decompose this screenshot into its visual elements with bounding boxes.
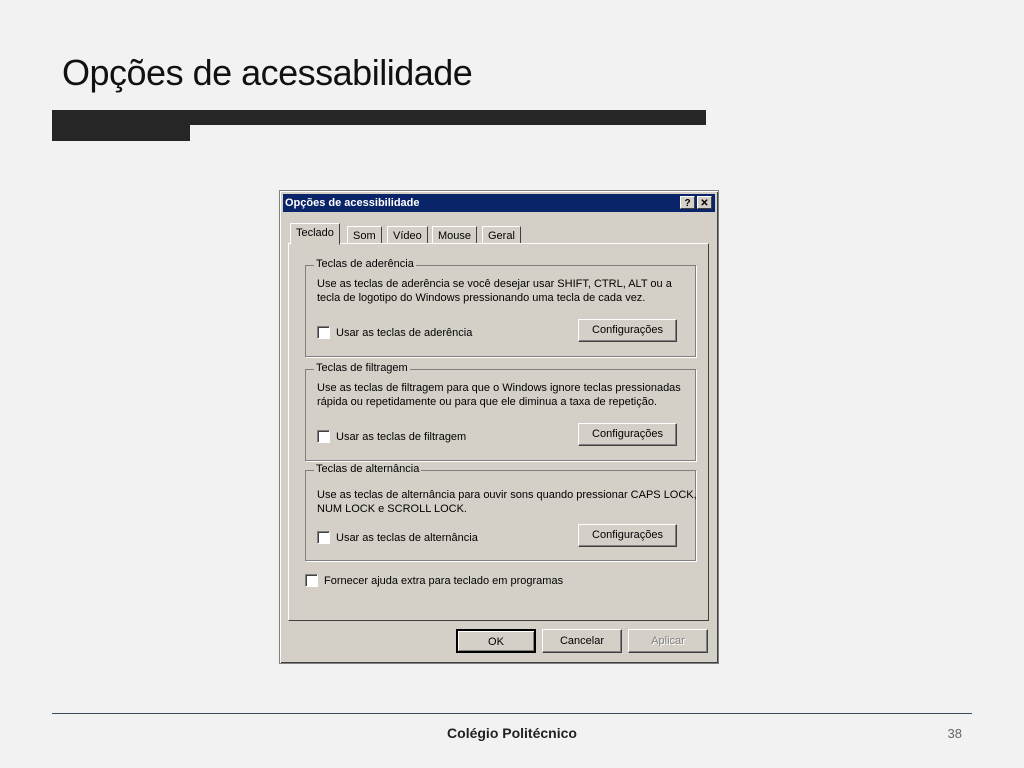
close-icon: ✕ bbox=[700, 198, 709, 209]
slide-title: Opções de acessabilidade bbox=[62, 52, 473, 93]
dialog-titlebar[interactable]: Opções de acessibilidade ? ✕ bbox=[283, 194, 715, 212]
sticky-keys-checkbox-row[interactable]: Usar as teclas de aderência bbox=[317, 326, 472, 339]
cancel-button[interactable]: Cancelar bbox=[542, 629, 622, 653]
filter-keys-checkbox-row[interactable]: Usar as teclas de filtragem bbox=[317, 430, 466, 443]
tab-mouse[interactable]: Mouse bbox=[432, 226, 478, 244]
toggle-keys-settings-button[interactable]: Configurações bbox=[578, 524, 677, 547]
footer-institution: Colégio Politécnico bbox=[447, 725, 577, 741]
group-title: Teclas de filtragem bbox=[314, 362, 410, 374]
tab-teclado[interactable]: Teclado bbox=[290, 223, 340, 245]
toggle-keys-checkbox-row[interactable]: Usar as teclas de alternância bbox=[317, 531, 478, 544]
page-number: 38 bbox=[947, 726, 962, 741]
apply-button[interactable]: Aplicar bbox=[628, 629, 708, 653]
tab-geral[interactable]: Geral bbox=[482, 226, 521, 244]
sticky-keys-settings-button[interactable]: Configurações bbox=[578, 319, 677, 342]
help-button[interactable]: ? bbox=[680, 196, 695, 209]
checkbox-label: Usar as teclas de aderência bbox=[336, 326, 473, 339]
filter-keys-settings-button[interactable]: Configurações bbox=[578, 423, 677, 446]
sticky-keys-checkbox[interactable] bbox=[317, 326, 330, 339]
dialog-title: Opções de acessibilidade bbox=[285, 197, 420, 209]
title-accent-block bbox=[52, 110, 190, 141]
footer-divider bbox=[52, 713, 972, 714]
group-toggle-keys: Teclas de alternância Use as teclas de a… bbox=[305, 463, 697, 561]
ok-button[interactable]: OK bbox=[456, 629, 536, 653]
filter-keys-checkbox[interactable] bbox=[317, 430, 330, 443]
close-button[interactable]: ✕ bbox=[697, 196, 712, 209]
tab-panel-teclado: Teclas de aderência Use as teclas de ade… bbox=[288, 243, 709, 621]
toggle-keys-checkbox[interactable] bbox=[317, 531, 330, 544]
extra-keyboard-help-checkbox[interactable] bbox=[305, 574, 318, 587]
extra-keyboard-help-row[interactable]: Fornecer ajuda extra para teclado em pro… bbox=[305, 574, 563, 587]
tab-som[interactable]: Som bbox=[347, 226, 382, 244]
group-description: Use as teclas de aderência se você desej… bbox=[317, 278, 672, 304]
group-description: Use as teclas de filtragem para que o Wi… bbox=[317, 382, 681, 408]
group-description: Use as teclas de alternância para ouvir … bbox=[317, 489, 697, 515]
group-sticky-keys: Teclas de aderência Use as teclas de ade… bbox=[305, 258, 696, 357]
group-title: Teclas de alternância bbox=[314, 463, 422, 475]
group-title: Teclas de aderência bbox=[314, 258, 416, 270]
checkbox-label: Fornecer ajuda extra para teclado em pro… bbox=[324, 574, 564, 587]
accessibility-options-dialog: Opções de acessibilidade ? ✕ Teclado Som… bbox=[279, 190, 719, 664]
checkbox-label: Usar as teclas de alternância bbox=[336, 531, 478, 544]
group-filter-keys: Teclas de filtragem Use as teclas de fil… bbox=[305, 362, 696, 461]
checkbox-label: Usar as teclas de filtragem bbox=[336, 430, 467, 443]
tab-video[interactable]: Vídeo bbox=[387, 226, 428, 244]
